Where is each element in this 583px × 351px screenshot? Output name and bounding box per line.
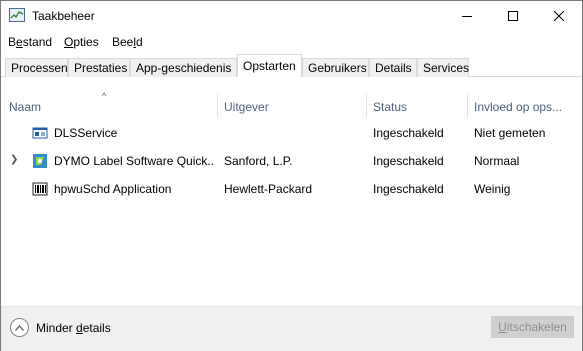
table-row[interactable]: hpwuSchd Application Hewlett-Packard Ing…	[1, 175, 582, 203]
row-impact: Weinig	[474, 182, 511, 196]
row-impact: Niet gemeten	[474, 126, 546, 140]
row-publisher: Sanford, L.P.	[224, 154, 293, 168]
window-title: Taakbeheer	[32, 9, 95, 23]
row-name: DLSService	[54, 126, 118, 140]
row-status: Ingeschakeld	[373, 154, 444, 168]
maximize-button[interactable]	[490, 1, 536, 31]
footer-bar: Minder details Uitschakelen	[1, 307, 582, 351]
table-row[interactable]: DLSService Ingeschakeld Niet gemeten	[1, 119, 582, 147]
table-row[interactable]: ❯ DYMO Label Software Quick... Sanford, …	[1, 147, 582, 175]
row-name: hpwuSchd Application	[54, 182, 172, 196]
menu-bestand[interactable]: Bestand	[8, 35, 52, 49]
row-status: Ingeschakeld	[373, 182, 444, 196]
tab-app-geschiedenis[interactable]: App-geschiedenis	[130, 58, 237, 77]
tab-gebruikers[interactable]: Gebruikers	[302, 58, 369, 77]
dls-service-icon	[32, 125, 48, 141]
minimize-button[interactable]	[444, 1, 490, 31]
disable-button[interactable]: Uitschakelen	[491, 316, 574, 338]
minimize-icon	[462, 16, 472, 17]
fewer-details-toggle[interactable]: Minder details	[10, 318, 111, 337]
row-impact: Normaal	[474, 154, 520, 168]
title-bar[interactable]: Taakbeheer	[1, 1, 582, 31]
menu-beeld[interactable]: Beeld	[112, 35, 143, 49]
menu-bar: Bestand Opties Beeld	[1, 32, 582, 53]
tab-services[interactable]: Services	[417, 58, 469, 77]
fewer-details-label: Minder details	[36, 320, 111, 335]
column-header-publisher[interactable]: Uitgever	[218, 90, 366, 118]
row-name: DYMO Label Software Quick...	[54, 154, 214, 168]
column-header-status[interactable]: Status	[367, 90, 467, 118]
chevron-up-circle-icon	[10, 318, 29, 337]
task-manager-window: Taakbeheer Bestand Opties Beeld Processe…	[0, 0, 583, 351]
hp-barcode-icon	[32, 181, 48, 197]
tab-details[interactable]: Details	[369, 58, 417, 77]
column-header-impact[interactable]: Invloed op ops...	[468, 90, 582, 118]
column-header-name[interactable]: Naam	[1, 90, 217, 118]
close-icon	[554, 11, 564, 21]
close-button[interactable]	[536, 1, 582, 31]
dymo-label-icon	[32, 153, 48, 169]
row-status: Ingeschakeld	[373, 126, 444, 140]
task-manager-app-icon	[9, 8, 25, 22]
row-publisher: Hewlett-Packard	[224, 182, 313, 196]
tab-opstarten[interactable]: Opstarten	[237, 54, 302, 77]
tab-prestaties[interactable]: Prestaties	[68, 58, 130, 77]
maximize-icon	[508, 11, 518, 21]
expand-chevron-icon[interactable]: ❯	[10, 154, 18, 165]
tab-processen[interactable]: Processen	[5, 58, 68, 77]
menu-opties[interactable]: Opties	[64, 35, 99, 49]
